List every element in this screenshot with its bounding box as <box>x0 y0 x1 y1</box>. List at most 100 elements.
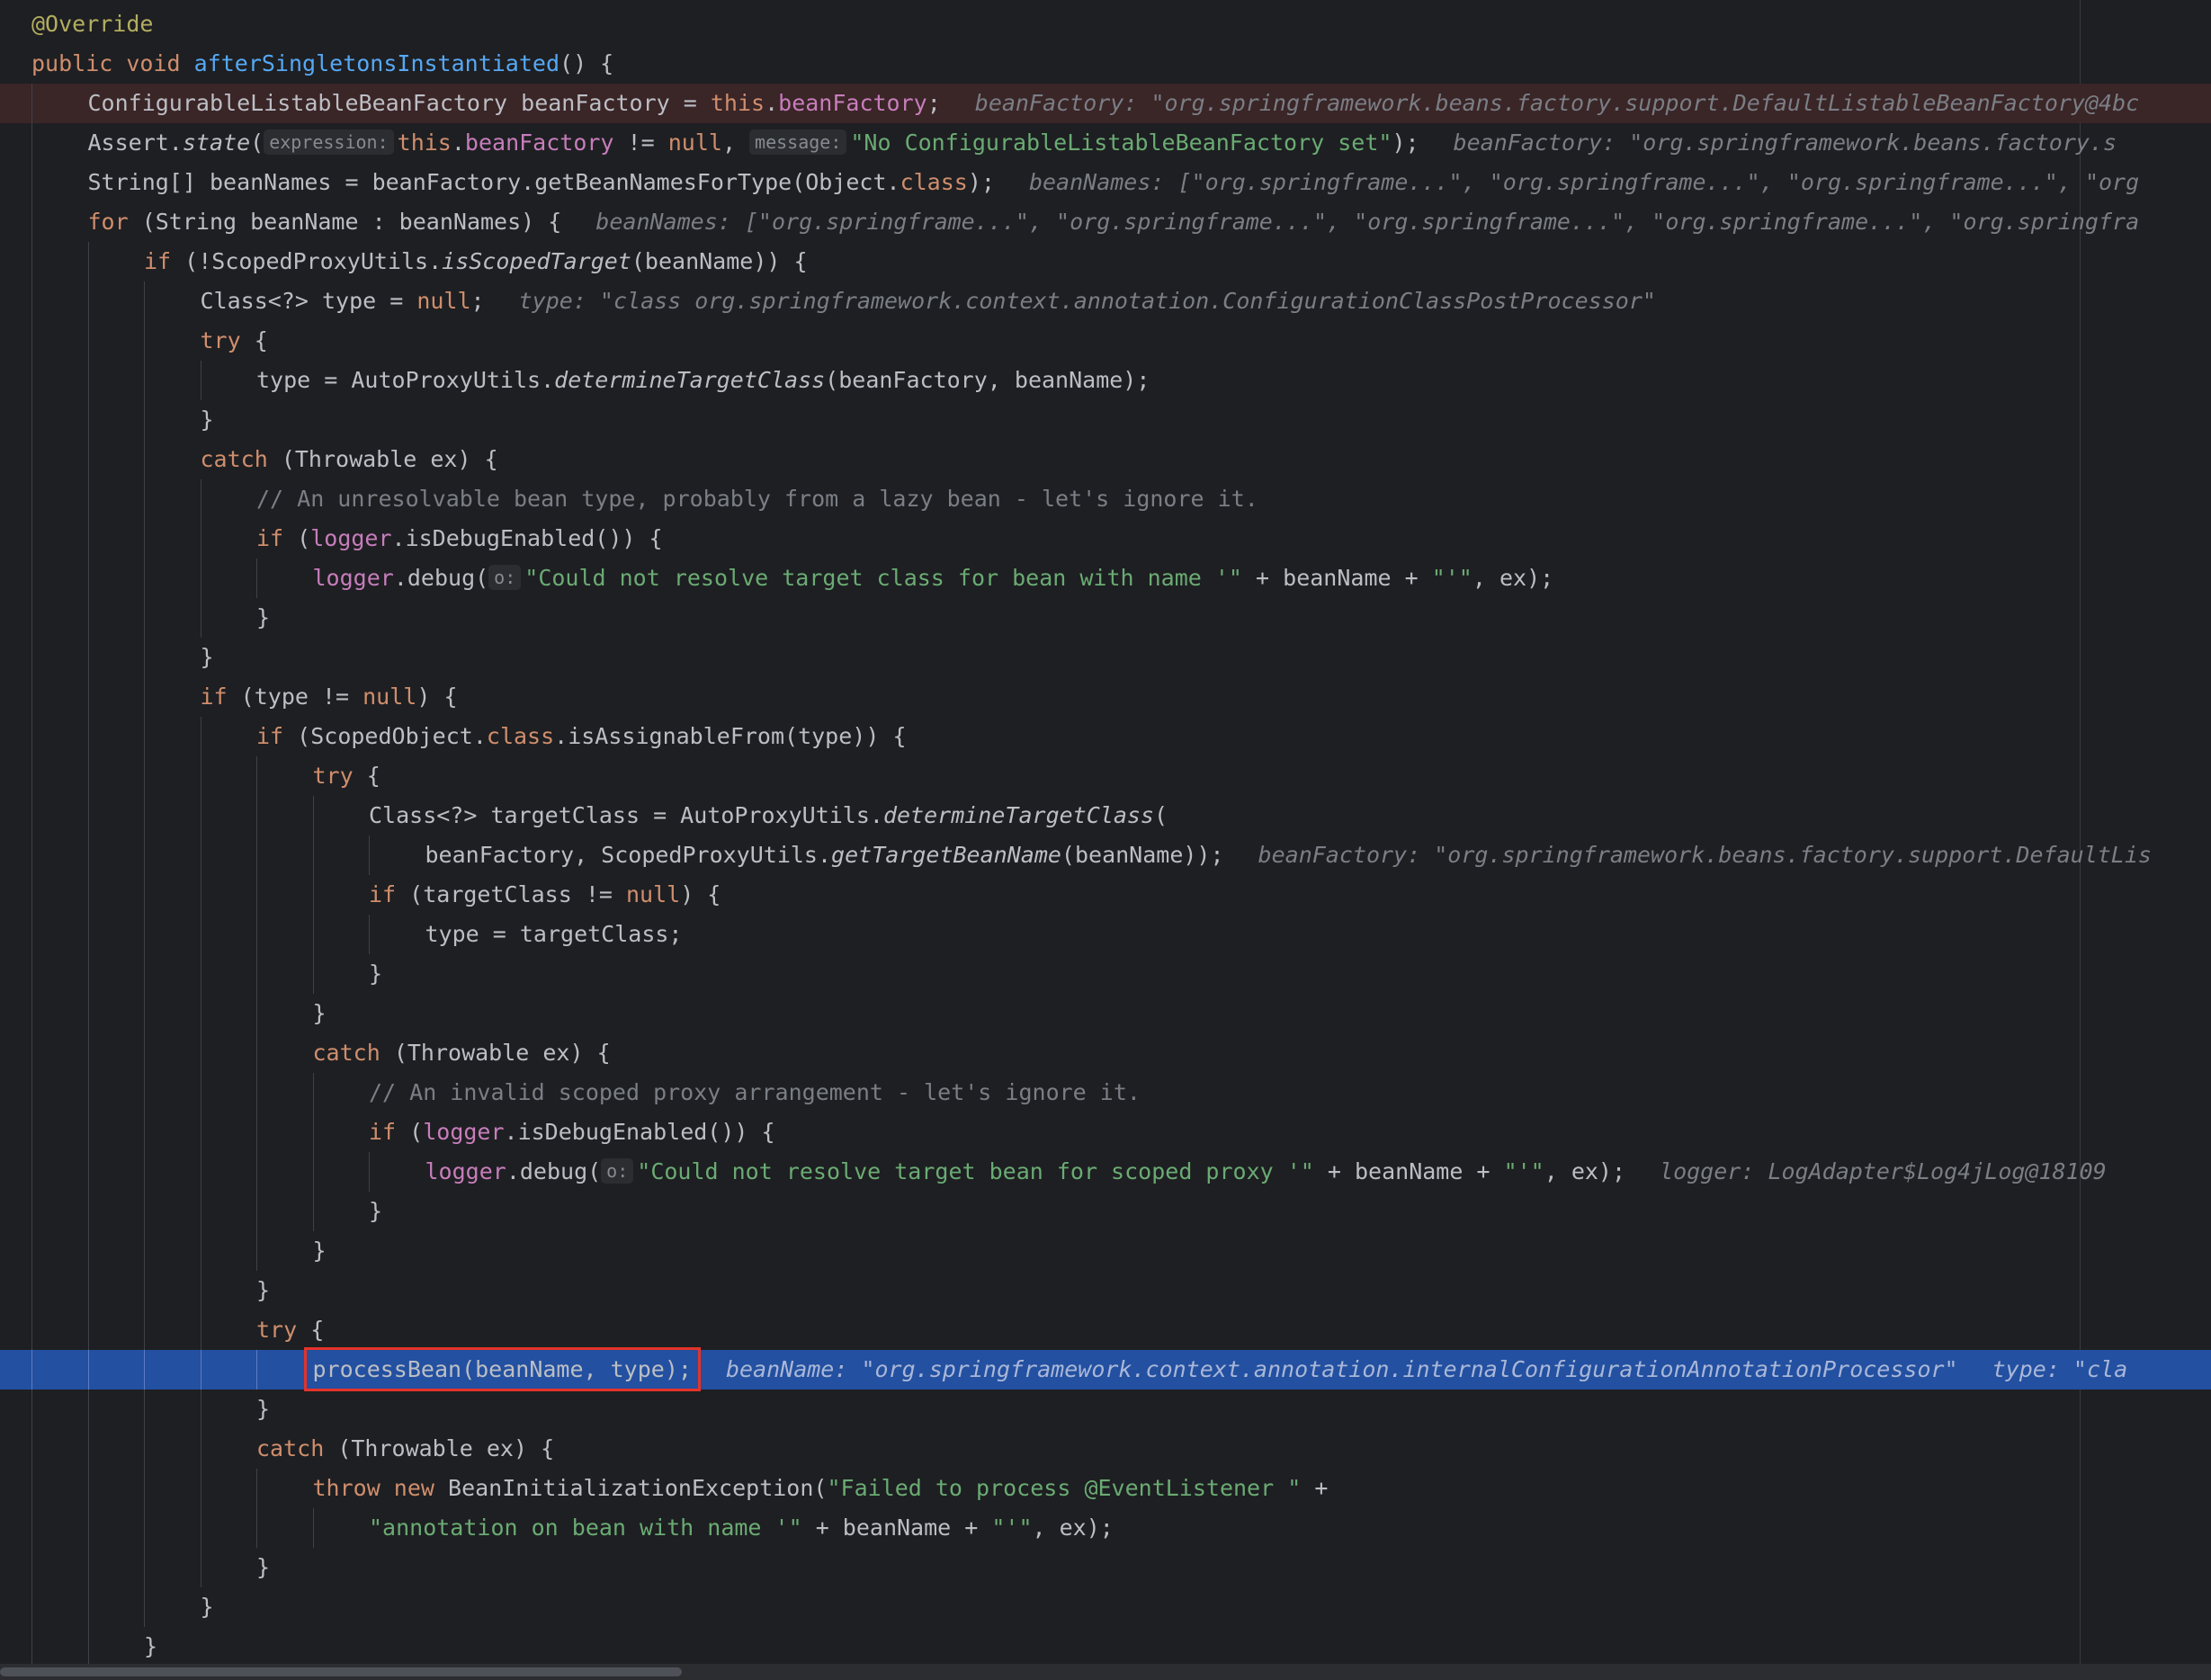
code-line[interactable]: try { <box>0 321 2211 361</box>
code-line[interactable]: Class<?> targetClass = AutoProxyUtils.de… <box>0 796 2211 836</box>
code-line[interactable]: } <box>0 638 2211 677</box>
code-line[interactable]: catch (Throwable ex) { <box>0 1033 2211 1073</box>
code-text[interactable]: try { <box>256 1310 324 1350</box>
indent-guide <box>256 796 257 836</box>
code-line[interactable]: // An unresolvable bean type, probably f… <box>0 479 2211 519</box>
code-text[interactable]: for (String beanName : beanNames) {beanN… <box>88 202 2140 242</box>
code-text[interactable]: } <box>313 1231 327 1271</box>
code-text[interactable]: public void afterSingletonsInstantiated(… <box>31 44 613 84</box>
code-line[interactable]: } <box>0 1390 2211 1429</box>
code-line[interactable]: } <box>0 1231 2211 1271</box>
code-text[interactable]: // An invalid scoped proxy arrangement -… <box>369 1073 1141 1113</box>
code-text[interactable]: } <box>256 1390 270 1429</box>
code-line[interactable]: if (logger.isDebugEnabled()) { <box>0 1113 2211 1152</box>
code-line[interactable]: type = targetClass; <box>0 915 2211 954</box>
code-line[interactable]: } <box>0 1192 2211 1231</box>
indent-guide <box>144 1350 145 1390</box>
code-line[interactable]: if (ScopedObject.class.isAssignableFrom(… <box>0 717 2211 756</box>
code-text[interactable]: } <box>256 1271 270 1310</box>
code-line[interactable]: catch (Throwable ex) { <box>0 1429 2211 1469</box>
code-text[interactable]: Assert.state(expression: this.beanFactory… <box>88 123 2117 163</box>
code-text[interactable]: } <box>201 400 214 440</box>
code-token: } <box>144 1633 158 1659</box>
code-line[interactable]: if (targetClass != null) { <box>0 875 2211 915</box>
code-text[interactable]: ConfigurableListableBeanFactory beanFact… <box>88 84 2140 123</box>
code-line[interactable]: } <box>0 1627 2211 1667</box>
code-line[interactable]: public void afterSingletonsInstantiated(… <box>0 44 2211 84</box>
indent-guide <box>256 1152 257 1192</box>
code-line[interactable]: String[] beanNames = beanFactory.getBean… <box>0 163 2211 202</box>
indent-guide <box>87 915 89 954</box>
code-line[interactable]: } <box>0 1271 2211 1310</box>
code-line[interactable]: try { <box>0 1310 2211 1350</box>
code-text[interactable]: Class<?> targetClass = AutoProxyUtils.de… <box>369 796 1168 836</box>
code-text[interactable]: throw new BeanInitializationException("F… <box>313 1469 1329 1508</box>
code-editor[interactable]: @Override public void afterSingletonsInst… <box>0 0 2211 1680</box>
code-line[interactable]: } <box>0 1587 2211 1627</box>
code-text[interactable]: // An unresolvable bean type, probably f… <box>256 479 1258 519</box>
code-token: (Throwable ex) { <box>324 1435 555 1461</box>
code-text[interactable]: Class<?> type = null; type: "class org.sp… <box>201 281 1656 321</box>
breakpoint-line[interactable]: ConfigurableListableBeanFactory beanFact… <box>0 84 2211 123</box>
code-text[interactable]: } <box>313 994 327 1033</box>
code-text[interactable]: @Override <box>31 4 153 44</box>
code-text[interactable]: } <box>144 1627 157 1667</box>
keyword: if <box>144 248 172 274</box>
code-line[interactable]: logger.debug(o: "Could not resolve target… <box>0 559 2211 598</box>
code-text[interactable]: String[] beanNames = beanFactory.getBean… <box>88 163 2140 202</box>
code-line[interactable]: "annotation on bean with name '" + beanN… <box>0 1508 2211 1548</box>
code-text[interactable]: if (logger.isDebugEnabled()) { <box>369 1113 775 1152</box>
code-line[interactable]: if (type != null) { <box>0 677 2211 717</box>
code-text[interactable]: logger.debug(o: "Could not resolve target… <box>313 559 1553 598</box>
code-line[interactable]: for (String beanName : beanNames) {beanN… <box>0 202 2211 242</box>
code-text[interactable]: if (type != null) { <box>201 677 458 717</box>
code-line[interactable]: } <box>0 1548 2211 1587</box>
current-execution-line[interactable]: processBean(beanName, type); beanName: "o… <box>0 1347 2211 1391</box>
code-text[interactable]: } <box>369 954 382 994</box>
code-text[interactable]: type = targetClass; <box>425 915 683 954</box>
code-line[interactable]: } <box>0 954 2211 994</box>
code-line[interactable]: } <box>0 598 2211 638</box>
indent-guide <box>87 1271 89 1310</box>
code-text[interactable]: } <box>369 1192 382 1231</box>
code-line[interactable]: type = AutoProxyUtils.determineTargetCla… <box>0 361 2211 400</box>
code-line[interactable]: catch (Throwable ex) { <box>0 440 2211 479</box>
horizontal-scrollbar[interactable] <box>0 1664 2211 1680</box>
code-line[interactable]: // An invalid scoped proxy arrangement -… <box>0 1073 2211 1113</box>
code-line[interactable]: try { <box>0 756 2211 796</box>
code-token: , ex); <box>1032 1515 1114 1541</box>
scrollbar-thumb[interactable] <box>0 1667 682 1676</box>
code-text[interactable]: catch (Throwable ex) { <box>256 1429 554 1469</box>
code-line[interactable]: @Override <box>0 4 2211 44</box>
code-text[interactable]: } <box>201 1587 214 1627</box>
code-text[interactable]: catch (Throwable ex) { <box>201 440 498 479</box>
code-line[interactable]: if (!ScopedProxyUtils.isScopedTarget(bea… <box>0 242 2211 281</box>
code-text[interactable]: } <box>256 598 270 638</box>
code-text[interactable]: if (targetClass != null) { <box>369 875 721 915</box>
code-line[interactable]: throw new BeanInitializationException("F… <box>0 1469 2211 1508</box>
code-text[interactable]: type = AutoProxyUtils.determineTargetCla… <box>256 361 1150 400</box>
code-text[interactable]: catch (Throwable ex) { <box>313 1033 611 1073</box>
code-text[interactable]: try { <box>313 756 380 796</box>
code-text[interactable]: if (!ScopedProxyUtils.isScopedTarget(bea… <box>144 242 808 281</box>
code-line[interactable]: Assert.state(expression: this.beanFactory… <box>0 123 2211 163</box>
code-text[interactable]: logger.debug(o: "Could not resolve target… <box>425 1152 2107 1192</box>
code-text[interactable]: } <box>256 1548 270 1587</box>
code-line[interactable]: Class<?> type = null; type: "class org.sp… <box>0 281 2211 321</box>
code-text[interactable]: try { <box>201 321 268 361</box>
code-line[interactable]: beanFactory, ScopedProxyUtils.getTargetB… <box>0 836 2211 875</box>
keyword: class <box>900 169 968 195</box>
code-line[interactable]: } <box>0 400 2211 440</box>
code-text[interactable]: beanFactory, ScopedProxyUtils.getTargetB… <box>425 836 2152 875</box>
code-line[interactable]: } <box>0 994 2211 1033</box>
code-text[interactable]: "annotation on bean with name '" + beanN… <box>369 1508 1114 1548</box>
code-line[interactable]: logger.debug(o: "Could not resolve target… <box>0 1152 2211 1192</box>
code-token: Class<?> type = <box>200 288 417 314</box>
code-text[interactable]: processBean(beanName, type); beanName: "o… <box>303 1347 2127 1391</box>
code-text[interactable]: } <box>201 638 214 677</box>
code-text[interactable]: if (logger.isDebugEnabled()) { <box>256 519 663 559</box>
code-token: ; <box>926 90 941 116</box>
debugger-inline-value: beanNames: ["org.springframe...", "org.s… <box>1028 169 2140 195</box>
code-text[interactable]: if (ScopedObject.class.isAssignableFrom(… <box>256 717 907 756</box>
code-line[interactable]: if (logger.isDebugEnabled()) { <box>0 519 2211 559</box>
